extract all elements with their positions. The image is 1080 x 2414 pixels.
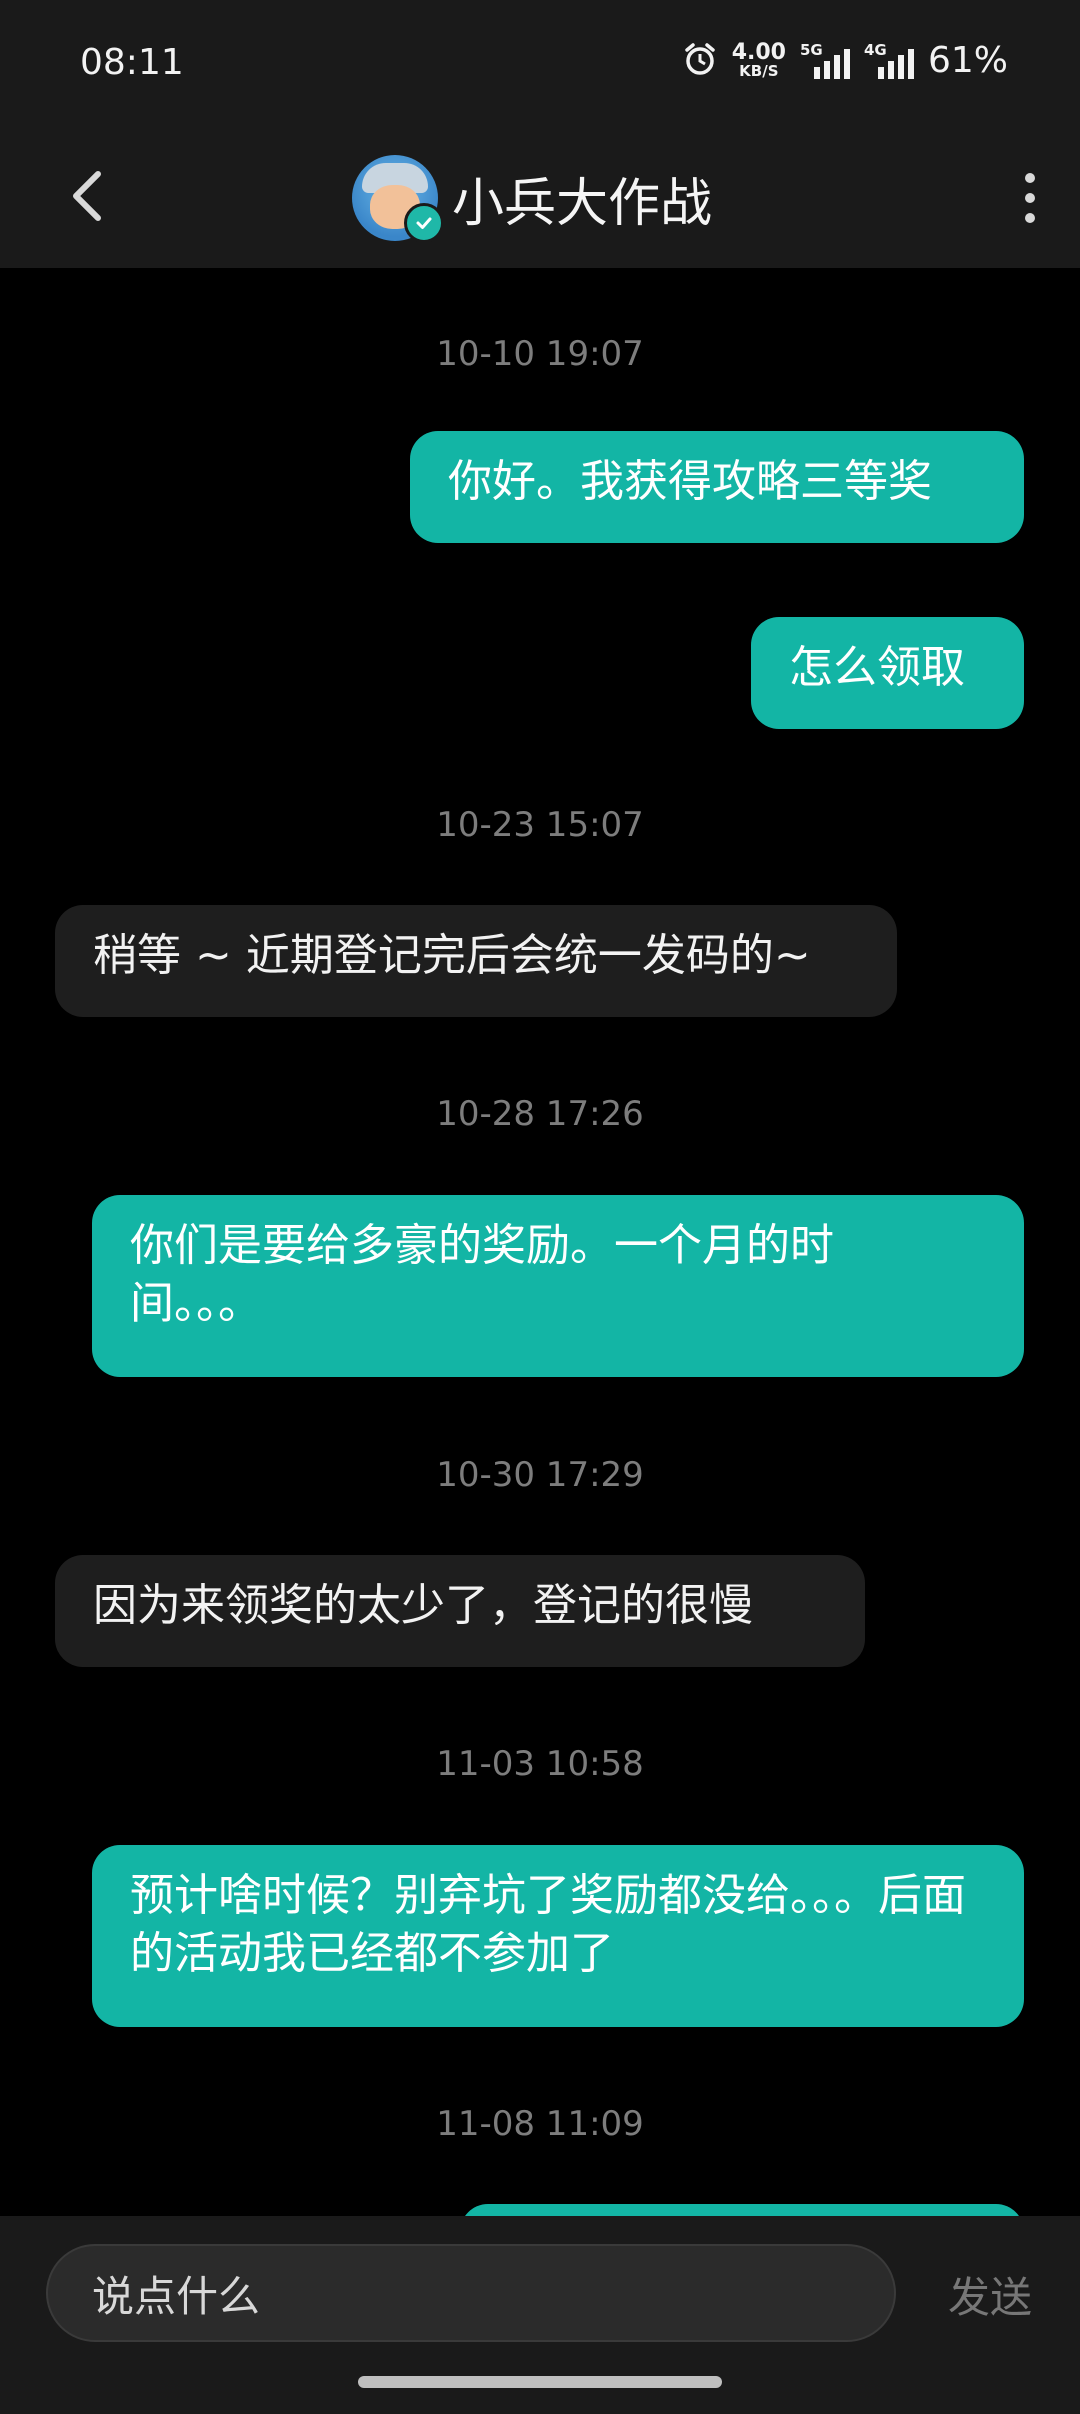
incoming-message[interactable]: 因为来领奖的太少了，登记的很慢 bbox=[55, 1555, 865, 1667]
message-timestamp: 10-28 17:26 bbox=[436, 1094, 644, 1134]
sim2-network-type: 4G bbox=[863, 40, 887, 59]
verified-badge-icon bbox=[404, 203, 444, 243]
more-vertical-icon bbox=[1025, 173, 1035, 223]
message-input-placeholder: 说点什么 bbox=[92, 2271, 261, 2321]
outgoing-message[interactable] bbox=[460, 2204, 1024, 2216]
message-input-bar: 说点什么 发送 bbox=[0, 2216, 1080, 2414]
home-indicator[interactable] bbox=[358, 2376, 722, 2388]
chat-title-group[interactable]: 小兵大作战 bbox=[352, 138, 712, 258]
outgoing-message[interactable]: 你好。我获得攻略三等奖 bbox=[410, 431, 1024, 543]
more-options-button[interactable] bbox=[1000, 158, 1060, 238]
network-speed: 4.00 KB/S bbox=[732, 42, 786, 79]
alarm-icon bbox=[682, 41, 718, 81]
message-input[interactable]: 说点什么 bbox=[46, 2244, 896, 2342]
back-button[interactable] bbox=[52, 156, 132, 236]
outgoing-message[interactable]: 预计啥时候？别弃坑了奖励都没给。。。后面的活动我已经都不参加了 bbox=[92, 1845, 1024, 2027]
chat-title: 小兵大作战 bbox=[452, 173, 713, 234]
message-timestamp: 10-30 17:29 bbox=[436, 1455, 644, 1495]
sim1-network-type: 5G bbox=[799, 40, 823, 59]
message-timestamp: 10-23 15:07 bbox=[436, 805, 644, 845]
battery-level: 61% bbox=[927, 40, 1008, 81]
chevron-left-icon bbox=[73, 171, 101, 221]
status-time: 08:11 bbox=[80, 42, 184, 83]
signal-5g-icon: 5G bbox=[799, 40, 850, 79]
chat-screen: 08:11 4.00 KB/S 5G 4G 61% 小兵大作战 10-10 19… bbox=[0, 0, 1080, 2414]
incoming-message[interactable]: 稍等 ~ 近期登记完后会统一发码的~ bbox=[55, 905, 897, 1017]
network-speed-unit: KB/S bbox=[739, 62, 779, 80]
message-list[interactable]: 10-10 19:07 你好。我获得攻略三等奖 怎么领取 10-23 15:07… bbox=[0, 268, 1080, 2216]
message-timestamp: 11-08 11:09 bbox=[436, 2104, 644, 2144]
signal-4g-icon: 4G bbox=[863, 40, 914, 79]
message-timestamp: 11-03 10:58 bbox=[436, 1744, 644, 1784]
outgoing-message[interactable]: 你们是要给多豪的奖励。一个月的时间。。。 bbox=[92, 1195, 1024, 1377]
network-speed-value: 4.00 bbox=[731, 40, 786, 65]
status-bar: 08:11 4.00 KB/S 5G 4G 61% bbox=[0, 0, 1080, 128]
status-icons: 4.00 KB/S 5G 4G 61% bbox=[682, 40, 1008, 81]
chat-header: 小兵大作战 bbox=[0, 128, 1080, 268]
outgoing-message[interactable]: 怎么领取 bbox=[751, 617, 1024, 729]
message-timestamp: 10-10 19:07 bbox=[436, 334, 644, 374]
send-button[interactable]: 发送 bbox=[948, 2264, 1032, 2325]
avatar[interactable] bbox=[352, 155, 444, 243]
